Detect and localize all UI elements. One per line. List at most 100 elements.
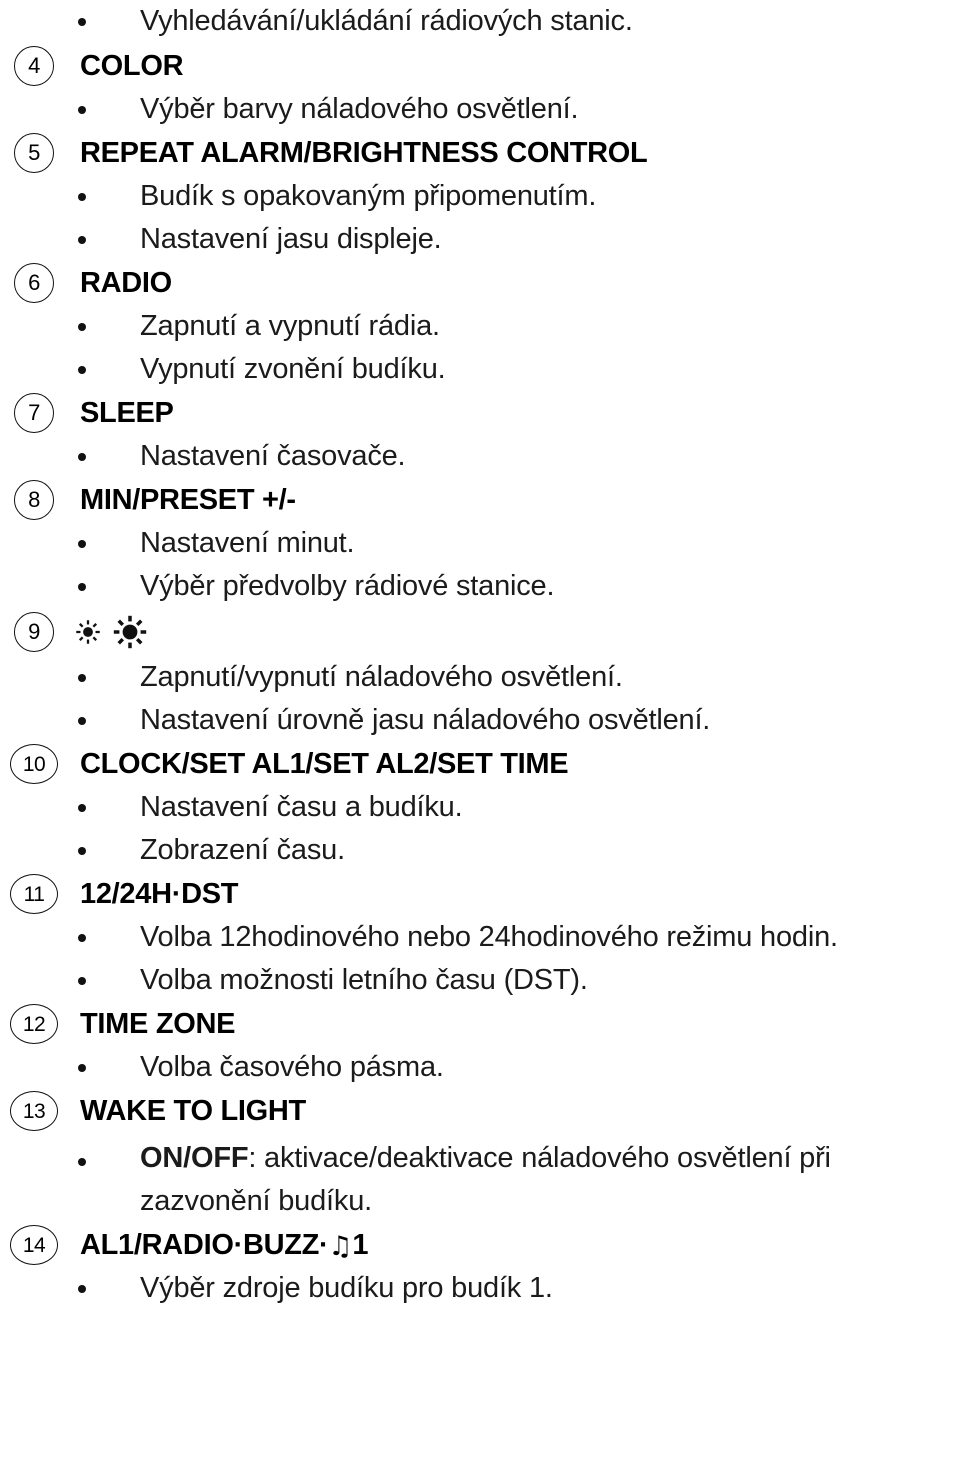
list-item: Výběr barvy náladového osvětlení.: [0, 88, 960, 131]
item-number-badge: 9: [14, 612, 54, 652]
bullet-icon: [78, 18, 86, 26]
sun-dim-icon: [74, 618, 102, 646]
bullet-icon: [78, 1284, 86, 1293]
list-item-line-2: zazvonění budíku.: [140, 1185, 372, 1217]
entry-heading-row: 9: [0, 608, 960, 656]
list-item: Nastavení časovače.: [0, 435, 960, 478]
item-number-badge: 5: [14, 133, 54, 173]
manual-entry-13: 13 WAKE TO LIGHT ON/OFF: aktivace/deakti…: [0, 1089, 960, 1223]
bullet-icon: [78, 846, 86, 855]
bullet-icon: [78, 539, 86, 548]
list-item-label: Volba časového pásma.: [140, 1050, 444, 1083]
entry-heading-row: 13 WAKE TO LIGHT: [0, 1089, 960, 1133]
bullet-icon: [78, 1158, 86, 1166]
bullet-icon: [78, 452, 86, 461]
list-item: Nastavení jasu displeje.: [0, 218, 960, 261]
manual-entry-14: 14 AL1/RADIO·BUZZ· ♫ 1 Výběr zdroje budíku…: [0, 1223, 960, 1310]
bullet-icon: [78, 235, 86, 244]
list-item: Volba 12hodinového nebo 24hodinového rež…: [0, 916, 960, 959]
bullet-icon: [78, 673, 86, 682]
entry-heading-label: RADIO: [80, 266, 172, 299]
entry-heading-label: SLEEP: [80, 396, 174, 429]
list-item-label: Zapnutí a vypnutí rádia.: [140, 309, 440, 342]
list-item: Nastavení času a budíku.: [0, 786, 960, 829]
onoff-label: ON/OFF: [140, 1142, 249, 1174]
list-item: Zobrazení času.: [0, 829, 960, 872]
entry-heading-row: 8 MIN/PRESET +/-: [0, 478, 960, 522]
list-item-label: Výběr předvolby rádiové stanice.: [140, 569, 555, 602]
entry-heading-label: WAKE TO LIGHT: [80, 1094, 306, 1127]
list-item: Nastavení úrovně jasu náladového osvětle…: [0, 699, 960, 742]
entry-heading-row: 10 CLOCK/SET AL1/SET AL2/SET TIME: [0, 742, 960, 786]
bullet-icon: [78, 976, 86, 985]
item-number-badge: 11: [10, 874, 58, 914]
entry-heading-row: 14 AL1/RADIO·BUZZ· ♫ 1: [0, 1223, 960, 1267]
manual-entry-12: 12 TIME ZONE Volba časového pásma.: [0, 1002, 960, 1089]
list-item: Zapnutí/vypnutí náladového osvětlení.: [0, 656, 960, 699]
manual-entry-8: 8 MIN/PRESET +/- Nastavení minut. Výběr …: [0, 478, 960, 608]
entry-heading-row: 6 RADIO: [0, 261, 960, 305]
manual-page: Vyhledávání/ukládání rádiových stanic. 4…: [0, 0, 960, 1475]
list-item-label: : aktivace/deaktivace náladového osvětle…: [248, 1142, 831, 1174]
item-number-badge: 12: [10, 1004, 58, 1044]
manual-entry-6: 6 RADIO Zapnutí a vypnutí rádia. Vypnutí…: [0, 261, 960, 391]
list-item-label: Vypnutí zvonění budíku.: [140, 352, 446, 385]
bullet-icon: [78, 716, 86, 725]
list-item: Vypnutí zvonění budíku.: [0, 348, 960, 391]
bullet-icon: [78, 803, 86, 812]
list-item: Výběr předvolby rádiové stanice.: [0, 565, 960, 608]
list-item-label: Volba 12hodinového nebo 24hodinového rež…: [140, 920, 838, 953]
list-item: Volba časového pásma.: [0, 1046, 960, 1089]
manual-entry-5: 5 REPEAT ALARM/BRIGHTNESS CONTROL Budík …: [0, 131, 960, 261]
manual-entry-7: 7 SLEEP Nastavení časovače.: [0, 391, 960, 478]
item-number-badge: 13: [10, 1091, 58, 1131]
list-item: Vyhledávání/ukládání rádiových stanic.: [0, 0, 960, 44]
list-item-line-1: ON/OFF: aktivace/deaktivace náladového o…: [140, 1137, 960, 1180]
list-item-label: Výběr zdroje budíku pro budík 1.: [140, 1271, 553, 1304]
manual-entry-10: 10 CLOCK/SET AL1/SET AL2/SET TIME Nastav…: [0, 742, 960, 872]
entry-heading-row: 7 SLEEP: [0, 391, 960, 435]
list-item-label: Nastavení úrovně jasu náladového osvětle…: [140, 703, 711, 736]
item-number-badge: 14: [10, 1225, 58, 1265]
item-number-badge: 4: [14, 46, 54, 86]
entry-heading-label: TIME ZONE: [80, 1007, 236, 1040]
bullet-icon: [78, 322, 86, 331]
list-item: ON/OFF: aktivace/deaktivace náladového o…: [0, 1133, 960, 1223]
bullet-icon: [78, 192, 86, 201]
item-number-badge: 6: [14, 263, 54, 303]
list-item-label: Nastavení jasu displeje.: [140, 222, 442, 255]
bullet-icon: [78, 105, 86, 114]
item-number-badge: 7: [14, 393, 54, 433]
bullet-icon: [78, 1063, 86, 1072]
bullet-icon: [78, 582, 86, 591]
entry-heading-label: MIN/PRESET +/-: [80, 483, 296, 516]
bullet-icon: [78, 365, 86, 374]
entry-heading-row: 5 REPEAT ALARM/BRIGHTNESS CONTROL: [0, 131, 960, 175]
list-item-label: Nastavení minut.: [140, 526, 355, 559]
entry-heading-label: REPEAT ALARM/BRIGHTNESS CONTROL: [80, 136, 648, 169]
entry-heading-label-before: AL1/RADIO·BUZZ·: [80, 1228, 329, 1261]
manual-entry-11: 11 12/24H·DST Volba 12hodinového nebo 24…: [0, 872, 960, 1002]
bullet-icon: [78, 933, 86, 942]
list-item-label: Zobrazení času.: [140, 833, 345, 866]
item-number-badge: 8: [14, 480, 54, 520]
manual-entry-4: 4 COLOR Výběr barvy náladového osvětlení…: [0, 44, 960, 131]
list-item: Zapnutí a vypnutí rádia.: [0, 305, 960, 348]
list-item: Volba možnosti letního času (DST).: [0, 959, 960, 1002]
list-item-label: Výběr barvy náladového osvětlení.: [140, 92, 579, 125]
entry-heading-label: COLOR: [80, 49, 184, 82]
entry-heading-label-after: 1: [352, 1228, 369, 1261]
entry-heading-label: CLOCK/SET AL1/SET AL2/SET TIME: [80, 747, 569, 780]
entry-heading-row: 12 TIME ZONE: [0, 1002, 960, 1046]
list-item: Budík s opakovaným připomenutím.: [0, 175, 960, 218]
list-item: Výběr zdroje budíku pro budík 1.: [0, 1267, 960, 1310]
list-item-label: Budík s opakovaným připomenutím.: [140, 179, 597, 212]
music-note-icon: ♫: [328, 1230, 353, 1262]
entry-heading-row: 11 12/24H·DST: [0, 872, 960, 916]
list-item: Nastavení minut.: [0, 522, 960, 565]
list-item-label: Nastavení času a budíku.: [140, 790, 463, 823]
entry-heading-row: 4 COLOR: [0, 44, 960, 88]
manual-entry-9: 9 Zapnutí/vypnutí náladového osvětlení. …: [0, 608, 960, 742]
list-item-label: Vyhledávání/ukládání rádiových stanic.: [140, 5, 633, 38]
list-item-label: Zapnutí/vypnutí náladového osvětlení.: [140, 660, 623, 693]
